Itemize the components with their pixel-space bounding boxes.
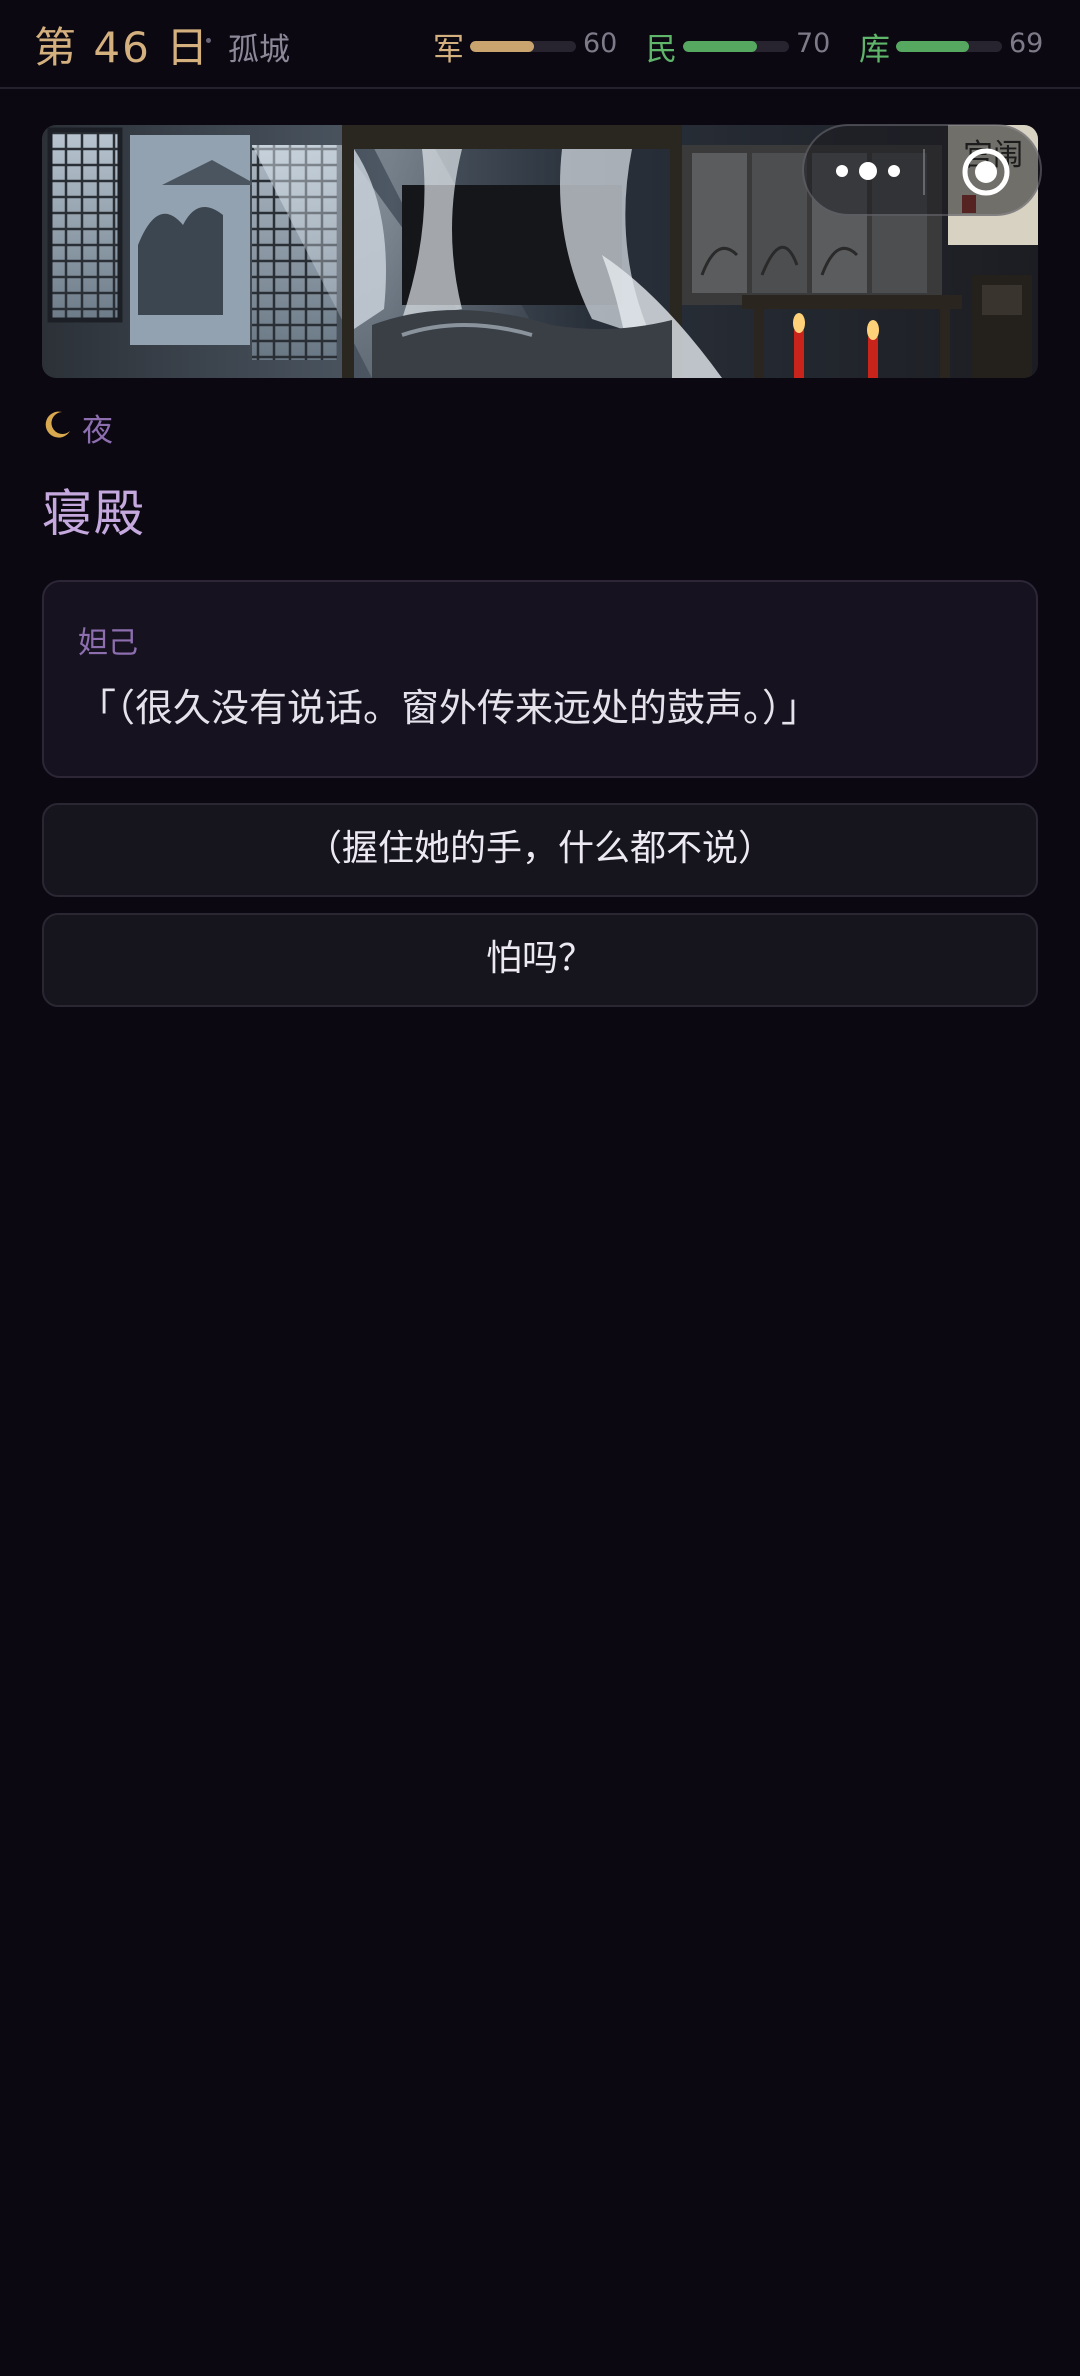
- stat-treasury-value: 69: [1009, 28, 1044, 59]
- stat-army-label: 军: [433, 32, 464, 68]
- target-circle-icon[interactable]: [960, 146, 1012, 198]
- stat-people-value: 70: [796, 28, 831, 59]
- choice-option-2[interactable]: 怕吗？: [42, 913, 1038, 1007]
- stat-treasury-fill: [896, 41, 970, 52]
- stat-people-label: 民: [646, 32, 677, 68]
- day-counter: 第 46 日: [34, 23, 211, 72]
- speaker-name: 妲己: [78, 626, 138, 661]
- stat-treasury-label: 库: [859, 32, 890, 68]
- stat-treasury-bar: [896, 41, 1002, 52]
- dialogue-text: 「（很久没有说话。窗外传来远处的鼓声。）」: [78, 686, 820, 730]
- stat-people-fill: [683, 41, 758, 52]
- location-title: 寝殿: [42, 485, 146, 543]
- stat-army-bar: [470, 41, 576, 52]
- city-name: 孤城: [228, 32, 290, 68]
- stat-army-fill: [470, 41, 534, 52]
- more-dots-icon[interactable]: [832, 156, 904, 186]
- stat-army-value: 60: [583, 28, 618, 59]
- moon-icon: [45, 411, 70, 438]
- dialogue-box[interactable]: 妲己 「（很久没有说话。窗外传来远处的鼓声。）」: [42, 580, 1038, 778]
- status-bar: 第 46 日 孤城 军 60 民 70 库 69: [0, 0, 1080, 89]
- stat-people-bar: [683, 41, 789, 52]
- separator-dot: [206, 38, 211, 43]
- choice-option-1[interactable]: （握住她的手，什么都不说）: [42, 803, 1038, 897]
- time-label: 夜: [82, 413, 113, 449]
- capsule-divider: [923, 149, 925, 195]
- miniprogram-capsule[interactable]: [802, 124, 1042, 216]
